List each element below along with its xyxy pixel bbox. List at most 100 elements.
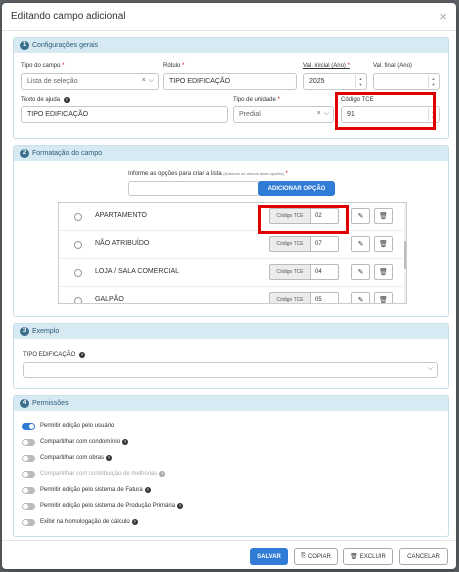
trash-icon[interactable]: 🗑 (374, 264, 393, 280)
clear-icon[interactable]: × (317, 110, 321, 118)
option-tce-label: Código TCE (269, 292, 311, 303)
edit-field-modal: Editando campo adicional × 1 Configuraçõ… (2, 3, 456, 569)
option-radio[interactable] (74, 241, 82, 249)
save-button[interactable]: SALVAR (250, 548, 288, 565)
option-label: NÃO ATRIBUÍDO (95, 240, 150, 247)
cancel-button[interactable]: CANCELAR (399, 548, 448, 565)
example-field-label: TIPO EDIFICAÇÃO ? (23, 352, 86, 358)
help-icon: ? (159, 471, 166, 477)
option-tce-label: Código TCE (269, 264, 311, 280)
label-input[interactable]: TIPO EDIFICAÇÃO (163, 73, 297, 90)
unit-type-select[interactable]: Predial × ⌵ (233, 106, 334, 123)
panel-header: 2 Formatação do campo (14, 146, 448, 161)
section-title: Formatação do campo (32, 150, 103, 157)
example-select[interactable]: ⌵ (23, 362, 438, 378)
highlight-box (335, 92, 436, 130)
permission-label: Compartilhar com condomínio (40, 439, 121, 445)
trash-icon[interactable]: 🗑 (374, 236, 393, 252)
option-tce-input[interactable]: 07 (311, 236, 339, 252)
label-label: Rótulo * (163, 63, 185, 69)
permission-toggle-row: Permitir edição pelo sistema de Produção… (22, 501, 184, 511)
initial-year-input[interactable]: 2025 ▲ ▼ (303, 73, 367, 90)
toggle-switch[interactable] (22, 486, 35, 494)
option-tce-label: Código TCE (269, 236, 311, 252)
help-icon: ? (79, 352, 86, 358)
permission-toggle-row: Permitir edição pelo sistema de Fatura? (22, 485, 151, 495)
permission-toggle-row: Compartilhar com obras? (22, 453, 113, 463)
toggle-switch[interactable] (22, 454, 35, 462)
section-title: Permissões (32, 400, 69, 407)
option-tce-input[interactable]: 04 (311, 264, 339, 280)
new-option-input[interactable] (128, 181, 259, 196)
final-year-label: Val. final (Ano) (373, 63, 412, 69)
modal-header: Editando campo adicional × (2, 3, 456, 31)
edit-pencil-icon[interactable]: ✎ (351, 208, 370, 224)
help-icon: ? (122, 439, 129, 445)
option-radio[interactable] (74, 213, 82, 221)
modal-footer (2, 540, 456, 541)
permission-label: Exibir na homologação de cálculo (40, 519, 130, 525)
help-icon: ? (131, 519, 138, 525)
example-panel: 3 Exemplo TIPO EDIFICAÇÃO ? ⌵ (13, 323, 449, 389)
permission-toggle-row: Compartilhar com contribuição de melhori… (22, 469, 166, 479)
toggle-switch[interactable] (22, 422, 35, 430)
toggle-switch[interactable] (22, 438, 35, 446)
panel-header: 1 Configurações gerais (14, 38, 448, 53)
section-number: 3 (20, 327, 29, 336)
clear-icon[interactable]: × (142, 77, 146, 85)
toggle-switch[interactable] (22, 502, 35, 510)
trash-icon[interactable]: 🗑 (374, 208, 393, 224)
help-text-label: Texto de ajuda ? (21, 97, 70, 103)
edit-pencil-icon[interactable]: ✎ (351, 292, 370, 303)
help-icon: ? (144, 487, 151, 493)
chevron-down-icon: ⌵ (323, 110, 329, 117)
scrollbar-track[interactable] (404, 203, 406, 303)
edit-pencil-icon[interactable]: ✎ (351, 264, 370, 280)
field-format-panel: 2 Formatação do campo Informe as opções … (13, 145, 449, 317)
number-spinner[interactable]: ▲ ▼ (428, 75, 438, 88)
option-row: LOJA / SALA COMERCIAL Código TCE 04 ✎ 🗑 (59, 259, 404, 287)
options-list: APARTAMENTO Código TCE 02 ✎ 🗑 NÃO ATRIBUÍDO Có… (58, 202, 407, 304)
field-type-select[interactable]: Lista de seleção × ⌵ (21, 73, 159, 90)
copy-icon: ⎘ (301, 553, 306, 559)
permission-toggle-row: Permitir edição pelo usuário (22, 421, 114, 431)
number-spinner[interactable]: ▲ ▼ (355, 75, 365, 88)
option-label: LOJA / SALA COMERCIAL (95, 268, 180, 275)
initial-year-label: Val. inicial (Ano) * (303, 63, 350, 69)
add-option-button[interactable]: ADICIONAR OPÇÃO (258, 181, 335, 196)
toggle-switch[interactable] (22, 518, 35, 526)
option-radio[interactable] (74, 269, 82, 277)
delete-button[interactable]: 🗑 EXCLUIR (343, 548, 393, 565)
section-title: Exemplo (32, 328, 60, 335)
option-row: APARTAMENTO Código TCE 02 ✎ 🗑 (59, 203, 404, 231)
options-instruction: Informe as opções para criar a lista (Ad… (128, 171, 288, 177)
permissions-panel: 4 Permissões Permitir edição pelo usuári… (13, 395, 449, 537)
option-tce-input[interactable]: 05 (311, 292, 339, 303)
help-icon: ? (63, 97, 70, 103)
permission-label: Compartilhar com obras (40, 455, 105, 461)
highlight-box (258, 205, 349, 234)
edit-pencil-icon[interactable]: ✎ (351, 236, 370, 252)
help-icon: ? (106, 455, 113, 461)
close-icon[interactable]: × (439, 9, 447, 24)
help-icon: ? (177, 503, 184, 509)
section-title: Configurações gerais (32, 42, 99, 49)
trash-icon: 🗑 (350, 554, 358, 560)
section-number: 2 (20, 149, 29, 158)
option-tce-group: Código TCE 05 (269, 292, 343, 303)
final-year-input[interactable]: ▲ ▼ (373, 73, 440, 90)
trash-icon[interactable]: 🗑 (374, 292, 393, 303)
permission-label: Permitir edição pelo sistema de Fatura (40, 487, 143, 493)
section-number: 4 (20, 399, 29, 408)
permission-toggle-row: Exibir na homologação de cálculo? (22, 517, 138, 527)
copy-button[interactable]: ⎘ COPIAR (294, 548, 338, 565)
help-text-input[interactable]: TIPO EDIFICAÇÃO (21, 106, 228, 123)
option-tce-group: Código TCE 04 (269, 264, 343, 280)
scrollbar-thumb[interactable] (404, 241, 406, 269)
option-row: NÃO ATRIBUÍDO Código TCE 07 ✎ 🗑 (59, 231, 404, 259)
option-radio[interactable] (74, 297, 82, 303)
section-number: 1 (20, 41, 29, 50)
option-label: APARTAMENTO (95, 212, 147, 219)
option-row: GALPÃO Código TCE 05 ✎ 🗑 (59, 287, 404, 303)
chevron-down-icon: ⌵ (148, 77, 154, 84)
